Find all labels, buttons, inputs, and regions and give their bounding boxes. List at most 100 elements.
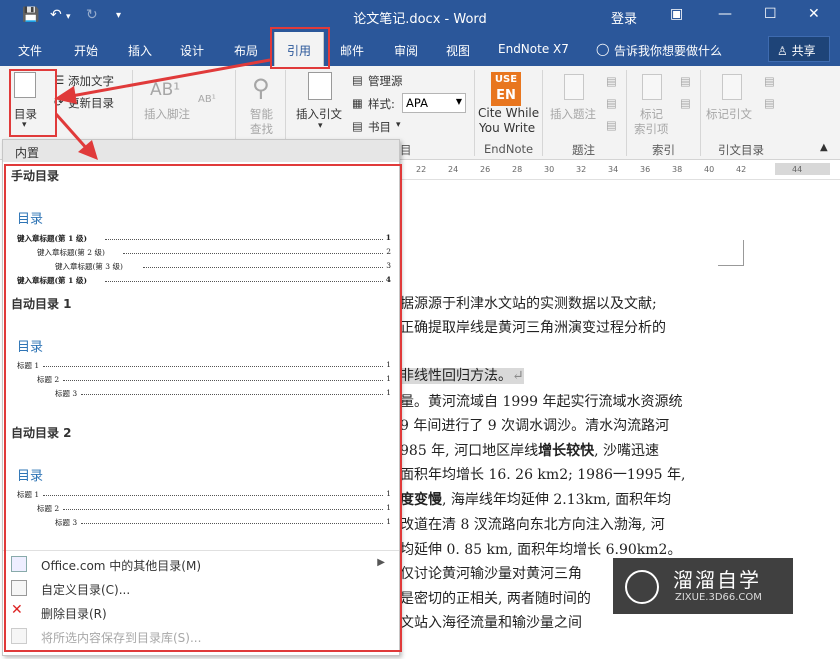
separator (626, 70, 627, 156)
close-icon[interactable]: ✕ (808, 6, 820, 22)
doc-line: 量。黄河流域自 1999 年起实行流域水资源统 (400, 394, 683, 410)
doc-line: 据源源于利津水文站的实测数据以及文献; (400, 296, 657, 312)
doc-text: , 海岸线年均延伸 2.13km, 面积年均 (442, 492, 672, 508)
smart-lookup-icon: ⚲ (252, 74, 270, 102)
share-label: 共享 (791, 44, 816, 58)
insert-footnote-button[interactable]: 插入脚注 (144, 106, 190, 122)
annotation-box-references-tab (270, 27, 330, 69)
add-text-button[interactable]: 添加文字 (68, 73, 114, 89)
endnote-logo-top: USE (494, 74, 518, 85)
bibliography-button[interactable]: 书目 (368, 119, 391, 135)
cite-while-you-write-line2: You Write (479, 121, 536, 135)
endnote-logo-bottom: EN (496, 88, 516, 103)
endnote-small-icon[interactable]: AB¹ (198, 94, 216, 105)
ruler-tick: 30 (544, 165, 555, 174)
cite-while-you-write-button[interactable]: Cite While (478, 106, 539, 120)
separator (700, 70, 701, 156)
person-icon: ♙ (777, 44, 792, 58)
tell-me-box[interactable]: 告诉我你想要做什么 (614, 42, 722, 59)
ruler-tick: 40 (704, 165, 715, 174)
tab-layout[interactable]: 布局 (234, 42, 258, 59)
update-toa-icon[interactable]: ▤ (764, 96, 775, 110)
ruler-tick: 36 (640, 165, 651, 174)
doc-line-highlighted: 非线性回归方法。 (400, 368, 512, 384)
tab-mailings[interactable]: 邮件 (340, 42, 364, 59)
margin-corner-mark (718, 240, 744, 266)
play-icon (625, 570, 659, 604)
maximize-icon[interactable]: ☐ (764, 6, 777, 22)
ruler-tick: 34 (608, 165, 619, 174)
ruler-tick: 42 (736, 165, 747, 174)
tab-view[interactable]: 视图 (446, 42, 470, 59)
ribbon-display-icon[interactable]: ▣ (670, 6, 683, 22)
citation-dropdown-icon[interactable]: ▾ (318, 121, 323, 131)
separator (474, 70, 475, 156)
login-link[interactable]: 登录 (611, 8, 637, 27)
title-bar: 💾 ↶ ▾ ↻ ▾ 论文笔记.docx - Word 登录 ▣ — ☐ ✕ (0, 0, 840, 32)
tab-endnote[interactable]: EndNote X7 (498, 42, 569, 56)
builtin-header: 内置 (3, 140, 399, 162)
ribbon-tabs: 文件 开始 插入 设计 布局 引用 邮件 审阅 视图 EndNote X7 ◯ … (0, 32, 840, 66)
group-toa-label: 引文目录 (718, 143, 764, 157)
update-table-icon[interactable]: ▤ (606, 96, 617, 110)
style-select[interactable]: APA ▼ (402, 93, 466, 113)
footnote-icon: AB¹ (150, 80, 181, 100)
ruler-tick: 24 (448, 165, 459, 174)
insert-table-of-figures-icon[interactable]: ▤ (606, 74, 617, 88)
tab-file[interactable]: 文件 (18, 42, 42, 59)
doc-text: 985 年, 河口地区岸线 (400, 443, 539, 459)
style-value: APA (406, 96, 428, 110)
cross-reference-icon[interactable]: ▤ (606, 118, 617, 132)
ruler: 22 24 26 28 30 32 34 36 38 40 42 44 (400, 160, 840, 180)
mark-entry-icon (642, 74, 662, 100)
tab-review[interactable]: 审阅 (394, 42, 418, 59)
watermark-title: 溜溜自学 (673, 568, 761, 592)
mark-citation-button[interactable]: 标记引文 (706, 106, 752, 122)
doc-line: 正确提取岸线是黄河三角洲演变过程分析的 (400, 320, 666, 336)
mark-entry-button[interactable]: 标记 (640, 106, 663, 122)
chevron-down-icon: ▼ (455, 97, 462, 106)
doc-line: 文站入海径流量和输沙量之间 (400, 615, 582, 631)
ruler-tick: 26 (480, 165, 491, 174)
group-index-label: 索引 (652, 143, 675, 157)
paragraph-mark-icon: ↵ (512, 368, 524, 384)
ruler-tick: 28 (512, 165, 523, 174)
collapse-ribbon-icon[interactable]: ▲ (820, 142, 828, 153)
window-title: 论文笔记.docx - Word (353, 12, 487, 27)
doc-text-bold: 增长较快 (538, 443, 595, 459)
bibliography-icon: ▤ (352, 119, 363, 133)
insert-citation-icon (308, 72, 332, 100)
ruler-tick: 38 (672, 165, 683, 174)
tab-design[interactable]: 设计 (180, 42, 204, 59)
bibliography-dropdown-icon[interactable]: ▾ (396, 120, 401, 130)
group-endnote-label: EndNote (484, 142, 534, 156)
insert-caption-button[interactable]: 插入题注 (550, 106, 596, 122)
insert-toa-icon[interactable]: ▤ (764, 74, 775, 88)
update-index-icon[interactable]: ▤ (680, 96, 691, 110)
ruler-tick: 22 (416, 165, 427, 174)
separator (542, 70, 543, 156)
doc-line: 面积年均增长 16. 26 km2; 1986一1995 年, (400, 467, 686, 483)
group-citations-label: 目 (400, 143, 412, 157)
tab-insert[interactable]: 插入 (128, 42, 152, 59)
share-button[interactable]: ♙ 共享 (768, 36, 830, 62)
ruler-tick: 44 (792, 165, 803, 174)
doc-text: , 沙嘴迅速 (594, 443, 659, 459)
endnote-logo-icon: USE EN (491, 72, 521, 106)
insert-citation-button[interactable]: 插入引文 (296, 106, 342, 122)
manage-sources-button[interactable]: 管理源 (368, 73, 403, 89)
insert-caption-icon (564, 74, 584, 100)
smart-lookup-button[interactable]: 智能 (250, 106, 273, 122)
ruler-margin (775, 163, 830, 175)
insert-index-icon[interactable]: ▤ (680, 74, 691, 88)
tab-home[interactable]: 开始 (74, 42, 98, 59)
mark-entry-line2: 索引项 (634, 122, 669, 136)
update-toc-button[interactable]: 更新目录 (68, 95, 114, 111)
style-label: 样式: (368, 97, 395, 111)
ruler-tick: 32 (576, 165, 587, 174)
annotation-box-dropdown (4, 164, 402, 652)
mark-citation-icon (722, 74, 742, 100)
doc-line: 均延伸 0. 85 km, 面积年均增长 6.90km2。 (400, 542, 682, 558)
smart-lookup-button-line2: 查找 (250, 122, 273, 136)
minimize-icon[interactable]: — (718, 6, 732, 22)
